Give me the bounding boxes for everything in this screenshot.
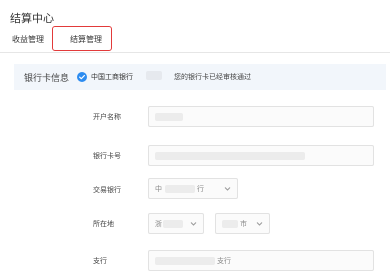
card-number-field[interactable] — [148, 145, 374, 166]
masked-account-name — [155, 113, 183, 121]
masked-bank-name — [165, 185, 195, 193]
transaction-bank-select[interactable]: 中 行 — [148, 178, 238, 199]
account-name-field[interactable] — [148, 106, 374, 127]
card-number-label: 银行卡号 — [93, 152, 121, 160]
bank-info-label: 银行卡信息 — [24, 74, 70, 84]
transaction-bank-label: 交易银行 — [93, 186, 121, 194]
bank-name: 中国工商银行 — [91, 73, 133, 81]
bank-info-bar: 银行卡信息 中国工商银行 您的银行卡已经审核通过 — [14, 64, 386, 90]
branch-field[interactable]: 支行 — [148, 250, 374, 271]
chevron-down-icon — [256, 222, 263, 226]
active-tab-highlight — [52, 26, 112, 51]
masked-branch-name — [155, 257, 215, 265]
province-value: 浙 — [155, 220, 162, 228]
masked-city — [222, 220, 238, 228]
city-select[interactable]: 市 — [215, 213, 270, 234]
account-name-label: 开户名称 — [93, 113, 121, 121]
page-title: 结算中心 — [10, 12, 54, 25]
province-select[interactable]: 浙 — [148, 213, 204, 234]
masked-bank-suffix — [146, 71, 162, 80]
verification-status: 您的银行卡已经审核通过 — [174, 73, 251, 81]
transaction-bank-value: 中 — [155, 185, 162, 193]
tab-revenue-management[interactable]: 收益管理 — [12, 34, 44, 45]
masked-card-number — [155, 152, 305, 160]
check-circle-icon — [77, 72, 87, 82]
branch-value: 支行 — [217, 257, 231, 265]
branch-label: 支行 — [93, 257, 107, 265]
location-label: 所在地 — [93, 220, 114, 228]
chevron-down-icon — [224, 187, 231, 191]
city-value: 市 — [240, 220, 247, 228]
chevron-down-icon — [190, 222, 197, 226]
masked-province — [163, 220, 183, 228]
transaction-bank-suffix: 行 — [197, 185, 204, 193]
